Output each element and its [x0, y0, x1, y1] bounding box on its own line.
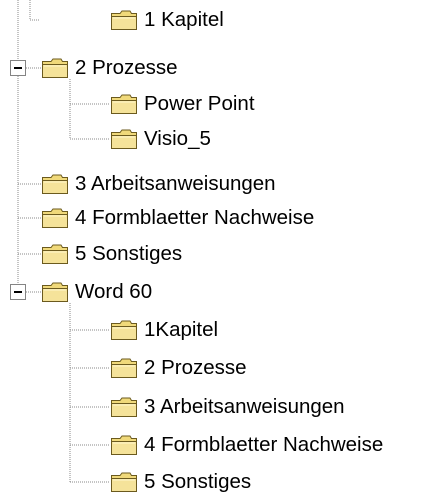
folder-icon	[110, 357, 138, 379]
tree-node-label: 4 Formblaetter Nachweise	[144, 433, 384, 456]
tree-node-label: 2 Prozesse	[144, 356, 247, 379]
folder-tree: 1 Kapitel 2 Prozesse Power Point Visio_5…	[0, 0, 437, 498]
tree-node-1-kapitel[interactable]: 1 Kapitel	[110, 3, 224, 37]
tree-node-visio-5[interactable]: Visio_5	[110, 122, 211, 156]
tree-node-label: 5 Sonstiges	[75, 242, 183, 265]
tree-node-label: 5 Sonstiges	[144, 470, 252, 493]
folder-icon	[41, 243, 69, 265]
tree-node-5-sonstiges[interactable]: 5 Sonstiges	[41, 237, 182, 271]
tree-node-label: 1Kapitel	[144, 318, 219, 341]
tree-node-2-prozesse[interactable]: 2 Prozesse	[41, 51, 178, 85]
collapse-toggle-word-60[interactable]	[10, 284, 26, 300]
tree-node-3-arbeitsanweisungen-word[interactable]: 3 Arbeitsanweisungen	[110, 390, 345, 424]
folder-icon	[41, 57, 69, 79]
tree-node-4-formblaetter-nachweise[interactable]: 4 Formblaetter Nachweise	[41, 201, 314, 235]
tree-node-label: 3 Arbeitsanweisungen	[144, 395, 345, 418]
folder-icon	[110, 434, 138, 456]
tree-node-label: 4 Formblaetter Nachweise	[75, 206, 315, 229]
tree-node-label: Word 60	[75, 280, 153, 303]
tree-node-label: 3 Arbeitsanweisungen	[75, 172, 276, 195]
tree-node-power-point[interactable]: Power Point	[110, 87, 255, 121]
tree-node-label: 2 Prozesse	[75, 56, 178, 79]
folder-icon	[41, 173, 69, 195]
folder-icon	[41, 207, 69, 229]
folder-icon	[41, 281, 69, 303]
folder-icon	[110, 93, 138, 115]
tree-node-label: Visio_5	[144, 127, 211, 150]
collapse-toggle-2-prozesse[interactable]	[10, 60, 26, 76]
folder-icon	[110, 128, 138, 150]
tree-node-label: 1 Kapitel	[144, 8, 224, 31]
tree-node-word-60[interactable]: Word 60	[41, 275, 152, 309]
folder-icon	[110, 9, 138, 31]
folder-icon	[110, 319, 138, 341]
folder-icon	[110, 396, 138, 418]
tree-node-5-sonstiges-word[interactable]: 5 Sonstiges	[110, 465, 251, 499]
folder-icon	[110, 471, 138, 493]
tree-node-2-prozesse-word[interactable]: 2 Prozesse	[110, 351, 247, 385]
tree-node-1kapitel[interactable]: 1Kapitel	[110, 313, 218, 347]
tree-node-3-arbeitsanweisungen[interactable]: 3 Arbeitsanweisungen	[41, 167, 276, 201]
tree-node-4-formblaetter-nachweise-word[interactable]: 4 Formblaetter Nachweise	[110, 428, 383, 462]
tree-node-label: Power Point	[144, 92, 255, 115]
